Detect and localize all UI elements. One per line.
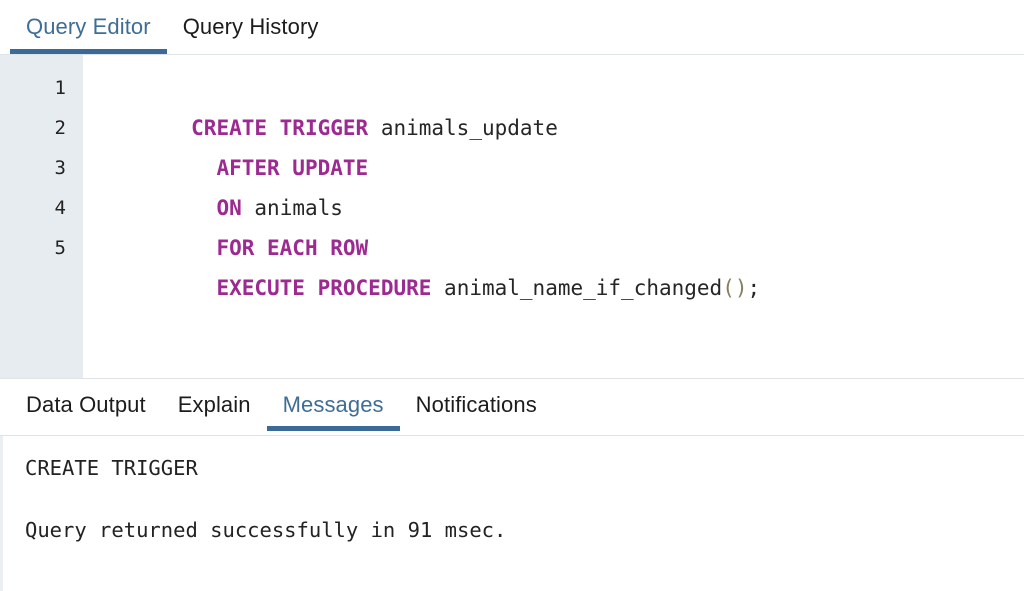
tab-explain[interactable]: Explain xyxy=(162,379,267,422)
line-number: 1 xyxy=(0,68,66,108)
results-tabbar: Data Output Explain Messages Notificatio… xyxy=(0,379,1024,436)
line-number-gutter: 1 2 3 4 5 xyxy=(0,55,83,378)
sql-keyword: CREATE TRIGGER xyxy=(191,116,368,140)
sql-parentheses: () xyxy=(722,276,747,300)
tab-query-history-label: Query History xyxy=(183,14,319,39)
tab-explain-label: Explain xyxy=(178,392,251,417)
messages-panel[interactable]: CREATE TRIGGER Query returned successful… xyxy=(0,436,1024,591)
tab-data-output-label: Data Output xyxy=(26,392,146,417)
tab-notifications-label: Notifications xyxy=(416,392,537,417)
tab-query-history[interactable]: Query History xyxy=(167,0,335,44)
tab-messages[interactable]: Messages xyxy=(267,379,400,422)
tab-messages-label: Messages xyxy=(283,392,384,417)
pgadmin-query-tool: Query Editor Query History 1 2 3 4 5 CRE… xyxy=(0,0,1024,591)
line-number: 4 xyxy=(0,188,66,228)
line-number: 3 xyxy=(0,148,66,188)
sql-keyword: EXECUTE PROCEDURE xyxy=(216,276,431,300)
sql-indent xyxy=(191,276,216,300)
sql-identifier: animals xyxy=(254,196,343,220)
sql-indent xyxy=(191,236,216,260)
sql-keyword: AFTER UPDATE xyxy=(216,156,368,180)
tab-query-editor-label: Query Editor xyxy=(26,14,151,39)
message-line: Query returned successfully in 91 msec. xyxy=(25,515,1024,546)
sql-semicolon: ; xyxy=(748,276,761,300)
sql-identifier: animal_name_if_changed xyxy=(444,276,722,300)
line-number: 2 xyxy=(0,108,66,148)
sql-code-area[interactable]: CREATE TRIGGER animals_update AFTER UPDA… xyxy=(83,55,1024,378)
tab-data-output[interactable]: Data Output xyxy=(10,379,162,422)
sql-keyword: ON xyxy=(216,196,241,220)
message-line: CREATE TRIGGER xyxy=(25,453,1024,484)
message-line xyxy=(25,484,1024,515)
tab-notifications[interactable]: Notifications xyxy=(400,379,553,422)
sql-indent xyxy=(191,196,216,220)
query-tool-tabbar: Query Editor Query History xyxy=(0,0,1024,55)
sql-keyword: FOR EACH ROW xyxy=(216,236,368,260)
sql-indent xyxy=(191,156,216,180)
line-number: 5 xyxy=(0,228,66,268)
sql-editor[interactable]: 1 2 3 4 5 CREATE TRIGGER animals_update … xyxy=(0,55,1024,379)
sql-identifier: animals_update xyxy=(381,116,558,140)
sql-space xyxy=(431,276,444,300)
tab-query-editor[interactable]: Query Editor xyxy=(10,0,167,44)
sql-space xyxy=(242,196,255,220)
code-line: CREATE TRIGGER animals_update xyxy=(90,68,1024,108)
sql-space xyxy=(368,116,381,140)
